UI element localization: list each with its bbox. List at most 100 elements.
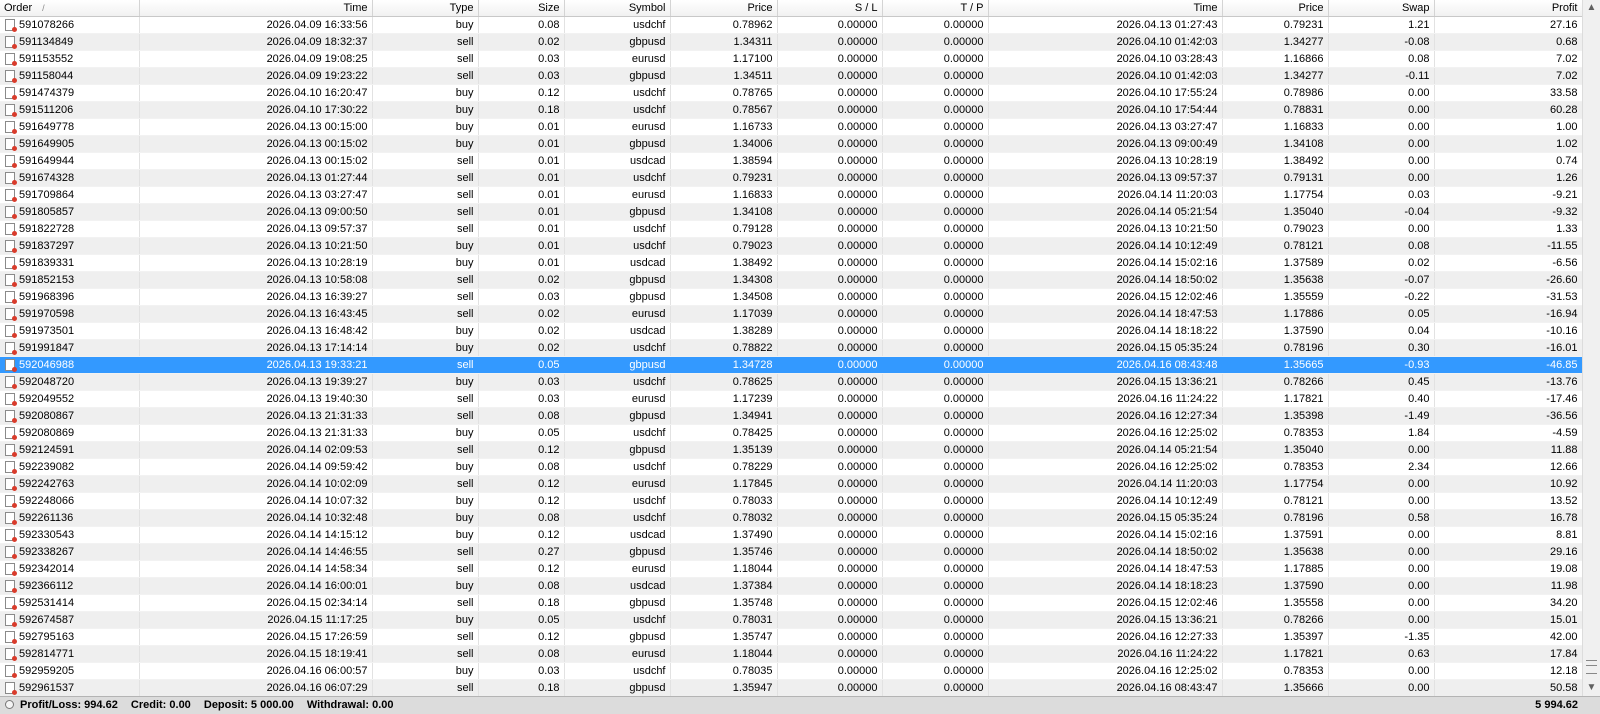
- cell-profit: -13.76: [1434, 373, 1582, 391]
- table-row[interactable]: 591973501 2026.04.13 16:48:42 buy 0.02 usdca…: [0, 322, 1582, 340]
- table-row[interactable]: 592961537 2026.04.16 06:07:29 sell 0.18 gbpu…: [0, 679, 1582, 696]
- table-row[interactable]: 591852153 2026.04.13 10:58:08 sell 0.02 gbpu…: [0, 271, 1582, 289]
- table-row[interactable]: 592814771 2026.04.15 18:19:41 sell 0.08 euru…: [0, 645, 1582, 663]
- cell-value: 0.00000: [943, 325, 984, 337]
- cell-open-time: 2026.04.14 14:15:12: [139, 526, 373, 544]
- cell-value: 2026.04.15 12:02:46: [1116, 291, 1218, 303]
- sort-indicator-icon: /: [42, 3, 45, 13]
- table-row[interactable]: 591078266 2026.04.09 16:33:56 buy 0.08 usdch…: [0, 16, 1582, 34]
- column-header-time-8[interactable]: Time: [988, 0, 1223, 17]
- cell-close-time: 2026.04.16 12:25:02: [988, 458, 1223, 476]
- table-row[interactable]: 591474379 2026.04.10 16:20:47 buy 0.12 usdch…: [0, 84, 1582, 102]
- cell-value: 0.18: [538, 682, 560, 694]
- table-row[interactable]: 592366112 2026.04.14 16:00:01 buy 0.08 usdca…: [0, 577, 1582, 595]
- table-row[interactable]: 592342014 2026.04.14 14:58:34 sell 0.12 euru…: [0, 560, 1582, 578]
- table-row[interactable]: 591837297 2026.04.13 10:21:50 buy 0.01 usdch…: [0, 237, 1582, 255]
- table-row[interactable]: 591970598 2026.04.13 16:43:45 sell 0.02 euru…: [0, 305, 1582, 323]
- table-row[interactable]: 591968396 2026.04.13 16:39:27 sell 0.03 gbpu…: [0, 288, 1582, 306]
- table-row[interactable]: 592248066 2026.04.14 10:07:32 buy 0.12 usdch…: [0, 492, 1582, 510]
- column-header-time-1[interactable]: Time: [139, 0, 373, 17]
- cell-profit: -16.01: [1434, 339, 1582, 357]
- table-row[interactable]: 592531414 2026.04.15 02:34:14 sell 0.18 gbpu…: [0, 594, 1582, 612]
- table-row[interactable]: 592048720 2026.04.13 19:39:27 buy 0.03 usdch…: [0, 373, 1582, 391]
- cell-value: 591134849: [19, 36, 74, 48]
- cell-value: 592795163: [19, 631, 75, 643]
- scroll-down-arrow-icon[interactable]: ▼: [1583, 680, 1600, 696]
- cell-value: -11.55: [1547, 240, 1578, 252]
- cell-close-time: 2026.04.16 12:27:33: [988, 628, 1223, 646]
- table-row[interactable]: 592046988 2026.04.13 19:33:21 sell 0.05 gbpu…: [0, 356, 1582, 374]
- column-header-s-l-6[interactable]: S / L: [777, 0, 883, 17]
- table-row[interactable]: 591805857 2026.04.13 09:00:50 sell 0.01 gbpu…: [0, 203, 1582, 221]
- cell-type: sell: [372, 33, 479, 51]
- table-row[interactable]: 592242763 2026.04.14 10:02:09 sell 0.12 euru…: [0, 475, 1582, 493]
- column-header-symbol-4[interactable]: Symbol: [564, 0, 671, 17]
- cell-value: 0.78032: [732, 512, 773, 524]
- cell-value: 0.01: [538, 189, 560, 201]
- table-row[interactable]: 591134849 2026.04.09 18:32:37 sell 0.02 gbpu…: [0, 33, 1582, 51]
- column-header-type-2[interactable]: Type: [372, 0, 479, 17]
- table-row[interactable]: 592239082 2026.04.14 09:59:42 buy 0.08 usdch…: [0, 458, 1582, 476]
- cell-value: 2026.04.15 13:36:21: [1116, 376, 1218, 388]
- cell-value: gbpusd: [629, 597, 666, 609]
- cell-value: 0.00: [1408, 104, 1430, 116]
- cell-swap: 1.84: [1328, 424, 1435, 442]
- column-header-order-0[interactable]: Order /: [0, 0, 140, 17]
- cell-symbol: usdchf: [564, 101, 671, 119]
- cell-value: 1.38594: [732, 155, 773, 167]
- vertical-scrollbar[interactable]: ▲ ▼: [1582, 0, 1600, 696]
- cell-value: 2026.04.13 00:15:00: [266, 121, 368, 133]
- scroll-up-arrow-icon[interactable]: ▲: [1583, 0, 1600, 16]
- column-header-price-9[interactable]: Price: [1222, 0, 1329, 17]
- cell-value: 0.00000: [943, 104, 984, 116]
- table-row[interactable]: 592124591 2026.04.14 02:09:53 sell 0.12 gbpu…: [0, 441, 1582, 459]
- cell-type: buy: [372, 577, 479, 595]
- cell-open-price: 1.35748: [670, 594, 778, 612]
- cell-close-price: 0.78196: [1222, 509, 1329, 527]
- column-header-size-3[interactable]: Size: [478, 0, 565, 17]
- cell-close-time: 2026.04.14 11:20:03: [988, 475, 1223, 493]
- cell-value: buy: [455, 104, 474, 116]
- table-row[interactable]: 592795163 2026.04.15 17:26:59 sell 0.12 gbpu…: [0, 628, 1582, 646]
- cell-value: 1.38289: [732, 325, 773, 337]
- table-row[interactable]: 591649778 2026.04.13 00:15:00 buy 0.01 eurus…: [0, 118, 1582, 136]
- cell-value: 0.78625: [732, 376, 773, 388]
- table-row[interactable]: 591991847 2026.04.13 17:14:14 buy 0.02 usdch…: [0, 339, 1582, 357]
- table-row[interactable]: 592330543 2026.04.14 14:15:12 buy 0.12 usdca…: [0, 526, 1582, 544]
- table-row[interactable]: 592338267 2026.04.14 14:46:55 sell 0.27 gbpu…: [0, 543, 1582, 561]
- table-row[interactable]: 592080869 2026.04.13 21:31:33 buy 0.05 usdch…: [0, 424, 1582, 442]
- cell-value: 1.17886: [1283, 308, 1324, 320]
- table-row[interactable]: 592049552 2026.04.13 19:40:30 sell 0.03 euru…: [0, 390, 1582, 408]
- cell-stop-loss: 0.00000: [777, 322, 883, 340]
- table-row[interactable]: 591822728 2026.04.13 09:57:37 sell 0.01 usdc…: [0, 220, 1582, 238]
- table-row[interactable]: 592261136 2026.04.14 10:32:48 buy 0.08 usdch…: [0, 509, 1582, 527]
- table-row[interactable]: 592674587 2026.04.15 11:17:25 buy 0.05 usdch…: [0, 611, 1582, 629]
- table-row[interactable]: 591511206 2026.04.10 17:30:22 buy 0.18 usdch…: [0, 101, 1582, 119]
- table-row[interactable]: 591649905 2026.04.13 00:15:02 buy 0.01 gbpus…: [0, 135, 1582, 153]
- cell-value: 0.00: [1408, 682, 1430, 694]
- cell-profit: 0.68: [1434, 33, 1582, 51]
- cell-stop-loss: 0.00000: [777, 288, 883, 306]
- cell-value: 1.26: [1556, 172, 1578, 184]
- cell-open-price: 1.34006: [670, 135, 778, 153]
- scroll-grip-icon[interactable]: [1586, 660, 1597, 674]
- table-row[interactable]: 591839331 2026.04.13 10:28:19 buy 0.01 usdca…: [0, 254, 1582, 272]
- column-header-swap-10[interactable]: Swap: [1328, 0, 1435, 17]
- column-header-profit-11[interactable]: Profit: [1434, 0, 1582, 17]
- cell-profit: 42.00: [1434, 628, 1582, 646]
- cell-value: 0.02: [538, 274, 560, 286]
- cell-close-price: 0.78196: [1222, 339, 1329, 357]
- column-header-price-5[interactable]: Price: [670, 0, 778, 17]
- table-row[interactable]: 592080867 2026.04.13 21:31:33 sell 0.08 gbpu…: [0, 407, 1582, 425]
- column-header-t-p-7[interactable]: T / P: [882, 0, 989, 17]
- cell-close-time: 2026.04.15 05:35:24: [988, 509, 1223, 527]
- table-row[interactable]: 592959205 2026.04.16 06:00:57 buy 0.03 usdch…: [0, 662, 1582, 680]
- table-row[interactable]: 591153552 2026.04.09 19:08:25 sell 0.03 euru…: [0, 50, 1582, 68]
- table-row[interactable]: 591709864 2026.04.13 03:27:47 sell 0.01 euru…: [0, 186, 1582, 204]
- cell-value: sell: [456, 70, 474, 82]
- table-row[interactable]: 591649944 2026.04.13 00:15:02 sell 0.01 usdc…: [0, 152, 1582, 170]
- table-row[interactable]: 591158044 2026.04.09 19:23:22 sell 0.03 gbpu…: [0, 67, 1582, 85]
- cell-swap: 0.00: [1328, 441, 1435, 459]
- table-row[interactable]: 591674328 2026.04.13 01:27:44 sell 0.01 usdc…: [0, 169, 1582, 187]
- cell-size: 0.12: [478, 475, 565, 493]
